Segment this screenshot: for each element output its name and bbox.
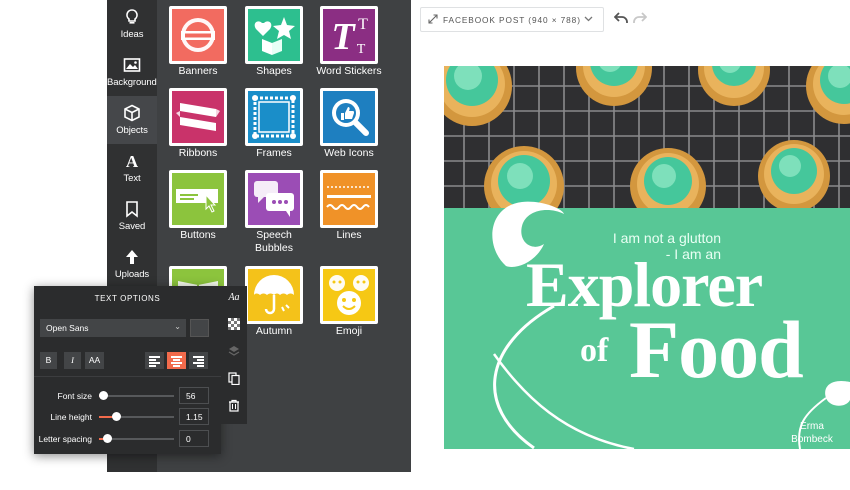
tile-label: Word Stickers (316, 65, 382, 77)
slider-knob[interactable] (103, 434, 112, 443)
text-options-panel: TEXT OPTIONS Open Sans ⌄ B I AA Font siz… (34, 286, 221, 454)
speech-bubble-icon (254, 181, 294, 217)
text-color-swatch[interactable] (190, 319, 209, 337)
tile-banners[interactable] (169, 6, 227, 64)
tile-web-icons[interactable] (320, 88, 378, 146)
tile-autumn[interactable] (245, 266, 303, 324)
sidebar-item-ideas[interactable]: Ideas (107, 0, 157, 48)
sidebar-item-backgrounds[interactable]: Backgrounds (107, 48, 162, 96)
frame-icon (252, 95, 296, 139)
author-last-name: Bombeck (791, 434, 833, 445)
transparency-button[interactable] (221, 313, 247, 337)
slider-knob[interactable] (99, 391, 108, 400)
badge-banner-icon (181, 18, 215, 52)
tile-frames[interactable] (245, 88, 303, 146)
layers-button[interactable] (221, 340, 247, 364)
font-family-value: Open Sans (46, 323, 89, 333)
transparency-checker-icon (228, 318, 240, 330)
tile-ribbons[interactable] (169, 88, 227, 146)
chevron-down-icon: ⌄ (174, 322, 181, 331)
font-size-slider[interactable] (99, 391, 174, 400)
letter-spacing-input[interactable]: 0 (179, 430, 209, 447)
tile-label: Lines (336, 229, 362, 241)
redo-icon[interactable] (633, 12, 647, 24)
duplicate-button[interactable] (221, 367, 247, 391)
layers-icon (228, 346, 240, 356)
sidebar-item-label: Objects (116, 125, 148, 136)
duplicate-icon (228, 372, 240, 386)
chevron-down-icon (584, 16, 593, 22)
align-left-button[interactable] (145, 352, 164, 369)
slider-knob[interactable] (112, 412, 121, 421)
tile-label: Bubbles (255, 242, 293, 254)
align-center-button[interactable] (167, 352, 186, 369)
tile-buttons[interactable] (169, 170, 227, 228)
canvas-size-label: FACEBOOK POST (940 × 788) (443, 15, 581, 25)
tile-emoji[interactable] (320, 266, 378, 324)
design-editor: Ideas Backgrounds Objects A Text Saved U… (0, 0, 850, 490)
svg-text:T: T (331, 16, 356, 58)
uppercase-button[interactable]: AA (85, 352, 104, 369)
ribbon-icon (176, 103, 220, 131)
design-canvas[interactable]: I am not a glutton - I am an Explorer of… (444, 66, 850, 449)
sidebar-item-objects[interactable]: Objects (107, 96, 157, 144)
umbrella-icon (254, 275, 294, 315)
magnifier-thumbs-up-icon (332, 99, 369, 136)
image-icon (123, 58, 141, 72)
upload-arrow-icon (126, 250, 138, 264)
heart-star-shapes-icon (254, 17, 295, 55)
tile-speech-bubbles[interactable] (245, 170, 303, 228)
italic-button[interactable]: I (64, 352, 81, 369)
line-height-slider[interactable] (99, 412, 174, 421)
sidebar-item-label: Saved (118, 221, 146, 232)
lightbulb-icon (126, 9, 138, 24)
text-icon: A (126, 152, 139, 170)
resize-icon (428, 14, 438, 24)
tile-word-stickers[interactable]: T T T (320, 6, 378, 64)
divider (34, 376, 221, 377)
element-toolbar: Aa (221, 286, 247, 424)
svg-text:A: A (126, 152, 139, 170)
sidebar-item-label: Ideas (120, 29, 144, 40)
bold-button[interactable]: B (40, 352, 57, 369)
line-height-input[interactable]: 1.15 (179, 408, 209, 425)
author-first-name: Erma (800, 421, 824, 432)
svg-text:T: T (358, 16, 368, 33)
sidebar-item-label: Backgrounds (107, 77, 162, 88)
cube-icon (124, 104, 140, 122)
author-credit[interactable]: Erma Bombeck (774, 420, 850, 446)
sidebar-item-label: Uploads (114, 269, 150, 280)
letter-spacing-label: Letter spacing (38, 434, 92, 444)
emoji-faces-icon (329, 275, 369, 315)
font-size-input[interactable]: 56 (179, 387, 209, 404)
tile-label: Emoji (335, 325, 363, 337)
text-options-title: TEXT OPTIONS (94, 294, 161, 303)
headline-of[interactable]: of (580, 331, 608, 371)
bookmark-icon (126, 201, 138, 218)
undo-icon[interactable] (614, 12, 628, 24)
align-right-button[interactable] (189, 352, 208, 369)
letter-spacing-slider[interactable] (99, 434, 174, 443)
quote-line-1[interactable]: I am not a glutton (444, 230, 721, 246)
svg-text:T: T (357, 42, 366, 57)
headline-food[interactable]: Food (629, 300, 804, 400)
letter-t-icon: T T T (331, 16, 368, 58)
delete-button[interactable] (221, 394, 247, 418)
cursor-button-icon (176, 189, 218, 213)
font-size-label: Font size (57, 391, 93, 401)
dotted-lines-icon (326, 186, 371, 210)
line-height-label: Line height (50, 412, 92, 422)
canvas-size-select[interactable]: FACEBOOK POST (940 × 788) (420, 7, 604, 32)
text-options-button[interactable]: Aa (221, 286, 247, 310)
sidebar-item-saved[interactable]: Saved (107, 192, 157, 240)
font-family-select[interactable]: Open Sans ⌄ (40, 319, 186, 337)
trash-icon (229, 399, 239, 412)
sidebar-item-label: Text (123, 173, 141, 184)
sidebar-item-text[interactable]: A Text (107, 144, 157, 192)
tile-lines[interactable] (320, 170, 378, 228)
sidebar-item-uploads[interactable]: Uploads (107, 240, 157, 288)
tile-shapes[interactable] (245, 6, 303, 64)
tile-label: Web Icons (324, 147, 374, 159)
